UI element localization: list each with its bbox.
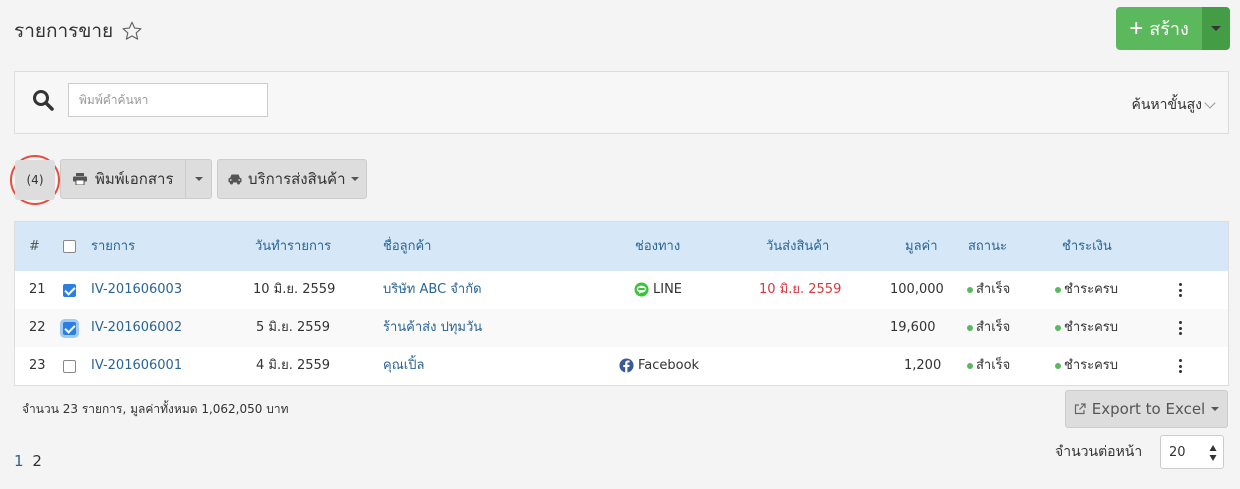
status-label: สำเร็จ (976, 282, 1011, 297)
transaction-date: 10 มิ.ย. 2559 (253, 282, 336, 297)
customer-link[interactable]: คุณเปิ้ล (383, 347, 424, 385)
star-icon[interactable] (121, 20, 143, 42)
export-excel-button[interactable]: Export to Excel (1065, 390, 1228, 428)
create-button-label: สร้าง (1149, 19, 1189, 39)
status-dot-icon (967, 286, 973, 293)
column-header-status[interactable]: สถานะ (968, 222, 1007, 271)
row-checkbox[interactable] (63, 284, 76, 297)
table-row[interactable]: 21 IV-201606003 10 มิ.ย. 2559 บริษัท ABC… (15, 271, 1228, 309)
shipping-service-label: บริการส่งสินค้า (248, 170, 346, 188)
shipping-service-button[interactable]: บริการส่งสินค้า (217, 159, 367, 199)
column-header-ship-date[interactable]: วันส่งสินค้า (766, 222, 829, 271)
create-button[interactable]: + สร้าง (1116, 7, 1202, 50)
status-cell: สำเร็จ (967, 347, 1010, 385)
column-header-customer[interactable]: ชื่อลูกค้า (383, 222, 431, 271)
car-icon (228, 174, 242, 185)
status-label: สำเร็จ (976, 320, 1011, 335)
facebook-icon (619, 358, 634, 373)
per-page-select[interactable]: 20 (1160, 435, 1224, 469)
status-label: สำเร็จ (976, 358, 1011, 373)
status-dot-icon (967, 324, 973, 331)
caret-down-icon (194, 177, 203, 181)
search-icon (33, 90, 54, 111)
amount: 1,200 (904, 358, 942, 373)
advanced-search-label: ค้นหาขั้นสูง (1131, 97, 1202, 113)
customer-link[interactable]: บริษัท ABC จำกัด (383, 271, 482, 309)
row-number: 21 (29, 282, 46, 297)
search-input[interactable] (68, 83, 268, 117)
line-icon (634, 282, 649, 297)
row-number: 22 (29, 320, 46, 335)
transaction-date: 5 มิ.ย. 2559 (256, 320, 331, 335)
transaction-date: 4 มิ.ย. 2559 (256, 358, 331, 373)
channel-label: Facebook (638, 358, 700, 373)
payment-cell: ชำระครบ (1055, 309, 1118, 347)
customer-link[interactable]: ร้านค้าส่ง ปทุมวัน (383, 309, 482, 347)
search-panel: ค้นหาขั้นสูง (14, 71, 1229, 134)
payment-dot-icon (1055, 286, 1061, 293)
row-menu-icon[interactable] (1179, 283, 1183, 297)
document-link[interactable]: IV-201606003 (91, 271, 182, 309)
document-link[interactable]: IV-201606001 (91, 347, 182, 385)
title-row: รายการขาย (14, 14, 143, 48)
table-row[interactable]: 23 IV-201606001 4 มิ.ย. 2559 คุณเปิ้ล Fa… (15, 347, 1228, 385)
row-menu-icon[interactable] (1179, 321, 1183, 335)
table-header: # รายการ วันทำรายการ ชื่อลูกค้า ช่องทาง … (15, 222, 1228, 271)
column-header-document[interactable]: รายการ (91, 222, 135, 271)
payment-cell: ชำระครบ (1055, 271, 1118, 309)
per-page-label: จำนวนต่อหน้า (1055, 444, 1143, 460)
select-all-checkbox[interactable] (63, 240, 76, 253)
status-dot-icon (967, 362, 973, 369)
channel-cell: Facebook (619, 347, 699, 385)
print-dropdown-toggle[interactable] (186, 159, 212, 199)
printer-icon (73, 173, 87, 185)
table-row[interactable]: 22 IV-201606002 5 มิ.ย. 2559 ร้านค้าส่ง … (15, 309, 1228, 347)
payment-dot-icon (1055, 362, 1061, 369)
status-cell: สำเร็จ (967, 271, 1010, 309)
page-link-1[interactable]: 1 (14, 452, 24, 470)
column-header-amount[interactable]: มูลค่า (905, 222, 938, 271)
status-cell: สำเร็จ (967, 309, 1010, 347)
create-button-group: + สร้าง (1116, 7, 1230, 50)
sales-table: # รายการ วันทำรายการ ชื่อลูกค้า ช่องทาง … (14, 221, 1229, 386)
selected-count-badge: (4) (15, 160, 55, 200)
table-summary: จำนวน 23 รายการ, มูลค่าทั้งหมด 1,062,050… (22, 402, 289, 416)
payment-dot-icon (1055, 324, 1061, 331)
payment-cell: ชำระครบ (1055, 347, 1118, 385)
caret-down-icon (1211, 26, 1221, 31)
amount: 19,600 (890, 320, 936, 335)
column-header-payment[interactable]: ชำระเงิน (1062, 222, 1112, 271)
channel-cell: LINE (634, 271, 682, 309)
page-link-2[interactable]: 2 (32, 452, 42, 470)
row-number: 23 (29, 358, 46, 373)
print-documents-button[interactable]: พิมพ์เอกสาร (60, 159, 186, 199)
caret-down-icon (350, 177, 359, 181)
column-header-channel[interactable]: ช่องทาง (635, 222, 680, 271)
channel-label: LINE (653, 282, 683, 297)
column-header-number: # (29, 239, 40, 254)
payment-label: ชำระครบ (1064, 282, 1119, 297)
selected-count-highlight: (4) (10, 155, 60, 205)
amount: 100,000 (890, 282, 944, 297)
advanced-search-toggle[interactable]: ค้นหาขั้นสูง (1131, 94, 1216, 116)
pagination: 1 2 (14, 452, 42, 470)
create-dropdown-toggle[interactable] (1202, 7, 1230, 50)
print-documents-label: พิมพ์เอกสาร (95, 170, 174, 188)
plus-icon: + (1129, 14, 1144, 42)
payment-label: ชำระครบ (1064, 358, 1119, 373)
chevron-down-icon (1204, 97, 1216, 109)
caret-down-icon (1211, 407, 1220, 411)
up-down-arrows-icon (1209, 445, 1217, 461)
row-checkbox[interactable] (63, 360, 76, 373)
payment-label: ชำระครบ (1064, 320, 1119, 335)
export-excel-label: Export to Excel (1091, 400, 1206, 418)
ship-date: 10 มิ.ย. 2559 (759, 282, 842, 297)
row-menu-icon[interactable] (1179, 359, 1183, 373)
external-link-icon (1074, 403, 1086, 415)
row-checkbox[interactable] (63, 322, 76, 335)
page-title: รายการขาย (14, 20, 114, 42)
document-link[interactable]: IV-201606002 (91, 309, 182, 347)
column-header-date[interactable]: วันทำรายการ (255, 222, 331, 271)
per-page-value: 20 (1169, 444, 1186, 460)
